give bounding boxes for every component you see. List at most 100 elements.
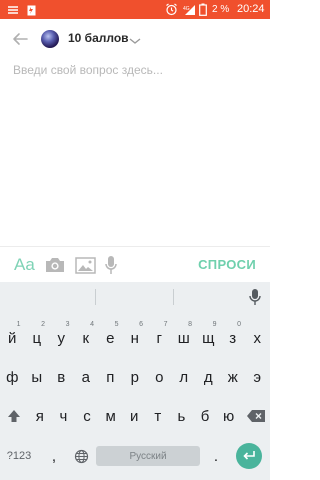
symbols-key[interactable]: ?123 [4,444,34,468]
screen: 4G 2 % 20:24 10 баллов Aa СПРОСИ [0,0,270,480]
key-label: б [200,407,210,425]
battery-percent: 2 % [212,4,230,15]
key-label: щ [202,329,215,347]
enter-key[interactable] [236,443,262,469]
key[interactable]: ш8 [172,320,197,356]
key[interactable]: х [245,320,270,356]
key-hint: 5 [114,321,119,328]
comma-key[interactable]: , [44,444,64,468]
key[interactable]: р [123,360,148,394]
key-label: р [130,368,139,386]
key[interactable]: с [75,400,99,432]
key-hint: 9 [212,321,217,328]
key[interactable]: в [49,360,74,394]
key[interactable]: о [147,360,172,394]
key[interactable]: ж [221,360,246,394]
key-label: м [105,407,116,425]
key-label: н [130,329,139,347]
key[interactable]: щ9 [196,320,221,356]
ask-button[interactable]: СПРОСИ [198,257,256,272]
camera-icon[interactable] [44,255,66,275]
key-hint: 3 [65,321,70,328]
period-key[interactable]: . [206,444,226,468]
notification-icon [7,0,19,19]
question-input[interactable] [13,60,258,80]
key[interactable]: ц2 [25,320,50,356]
backspace-key[interactable] [243,400,269,432]
shift-key[interactable] [2,400,26,432]
key-hint: 8 [188,321,192,328]
key[interactable]: т [146,400,170,432]
key[interactable]: б [193,400,217,432]
key-label: й [8,329,17,347]
key-label: ф [6,368,19,386]
key-label: з [229,329,237,347]
battery-charging-notification-icon [27,0,36,19]
key[interactable]: ь [170,400,194,432]
key-hint: 2 [41,321,45,328]
key[interactable]: ю [217,400,241,432]
key[interactable]: м [99,400,123,432]
key-label: у [57,329,66,347]
clock: 20:24 [237,3,265,15]
text-format-icon[interactable]: Aa [14,255,35,275]
microphone-icon[interactable] [104,255,118,275]
microphone-icon[interactable] [248,288,262,306]
svg-text:4G: 4G [183,6,190,12]
key[interactable]: л [172,360,197,394]
enter-icon [243,451,255,460]
attachment-toolbar: Aa СПРОСИ [0,246,270,282]
alarm-icon [165,0,178,19]
key-label: я [35,407,44,425]
key-label: в [57,368,66,386]
key-label: с [83,407,91,425]
key[interactable]: э [245,360,270,394]
key-label: г [156,329,162,347]
key[interactable]: у3 [49,320,74,356]
suggestion-bar [0,282,270,312]
key[interactable]: п [98,360,123,394]
key-label: п [106,368,115,386]
key[interactable]: я [28,400,52,432]
key-hint: 0 [237,321,241,328]
header: 10 баллов [0,19,270,59]
signal-icon: 4G [183,0,196,19]
key-label: ж [227,368,238,386]
key-label: л [179,368,189,386]
image-icon[interactable] [75,255,96,275]
backspace-icon [247,410,265,422]
key-label: э [253,368,262,386]
key[interactable]: е5 [98,320,123,356]
key-label: х [253,329,262,347]
key[interactable]: з0 [221,320,246,356]
key-label: ы [31,368,43,386]
key[interactable]: ч [52,400,76,432]
key[interactable]: ы [25,360,50,394]
points-label[interactable]: 10 баллов [68,31,129,45]
key[interactable]: й1 [0,320,25,356]
key-label: ч [59,407,68,425]
key[interactable]: к4 [74,320,99,356]
key-label: е [106,329,115,347]
key[interactable]: а [74,360,99,394]
chevron-down-icon[interactable] [128,33,142,44]
suggestion-divider [173,289,174,305]
key[interactable]: и [122,400,146,432]
suggestion-divider [95,289,96,305]
key-label: ь [177,407,186,425]
key-hint: 7 [163,321,168,328]
key-label: о [155,368,164,386]
back-arrow-icon[interactable] [11,30,29,48]
battery-icon [199,0,207,19]
language-key[interactable] [70,444,92,468]
key-label: т [154,407,162,425]
avatar[interactable] [41,30,59,48]
space-key[interactable]: Русский [96,446,200,466]
shift-icon [8,410,20,422]
globe-icon [74,449,88,463]
key[interactable]: д [196,360,221,394]
key[interactable]: г7 [147,320,172,356]
key-label: а [81,368,90,386]
key[interactable]: н6 [123,320,148,356]
key[interactable]: ф [0,360,25,394]
